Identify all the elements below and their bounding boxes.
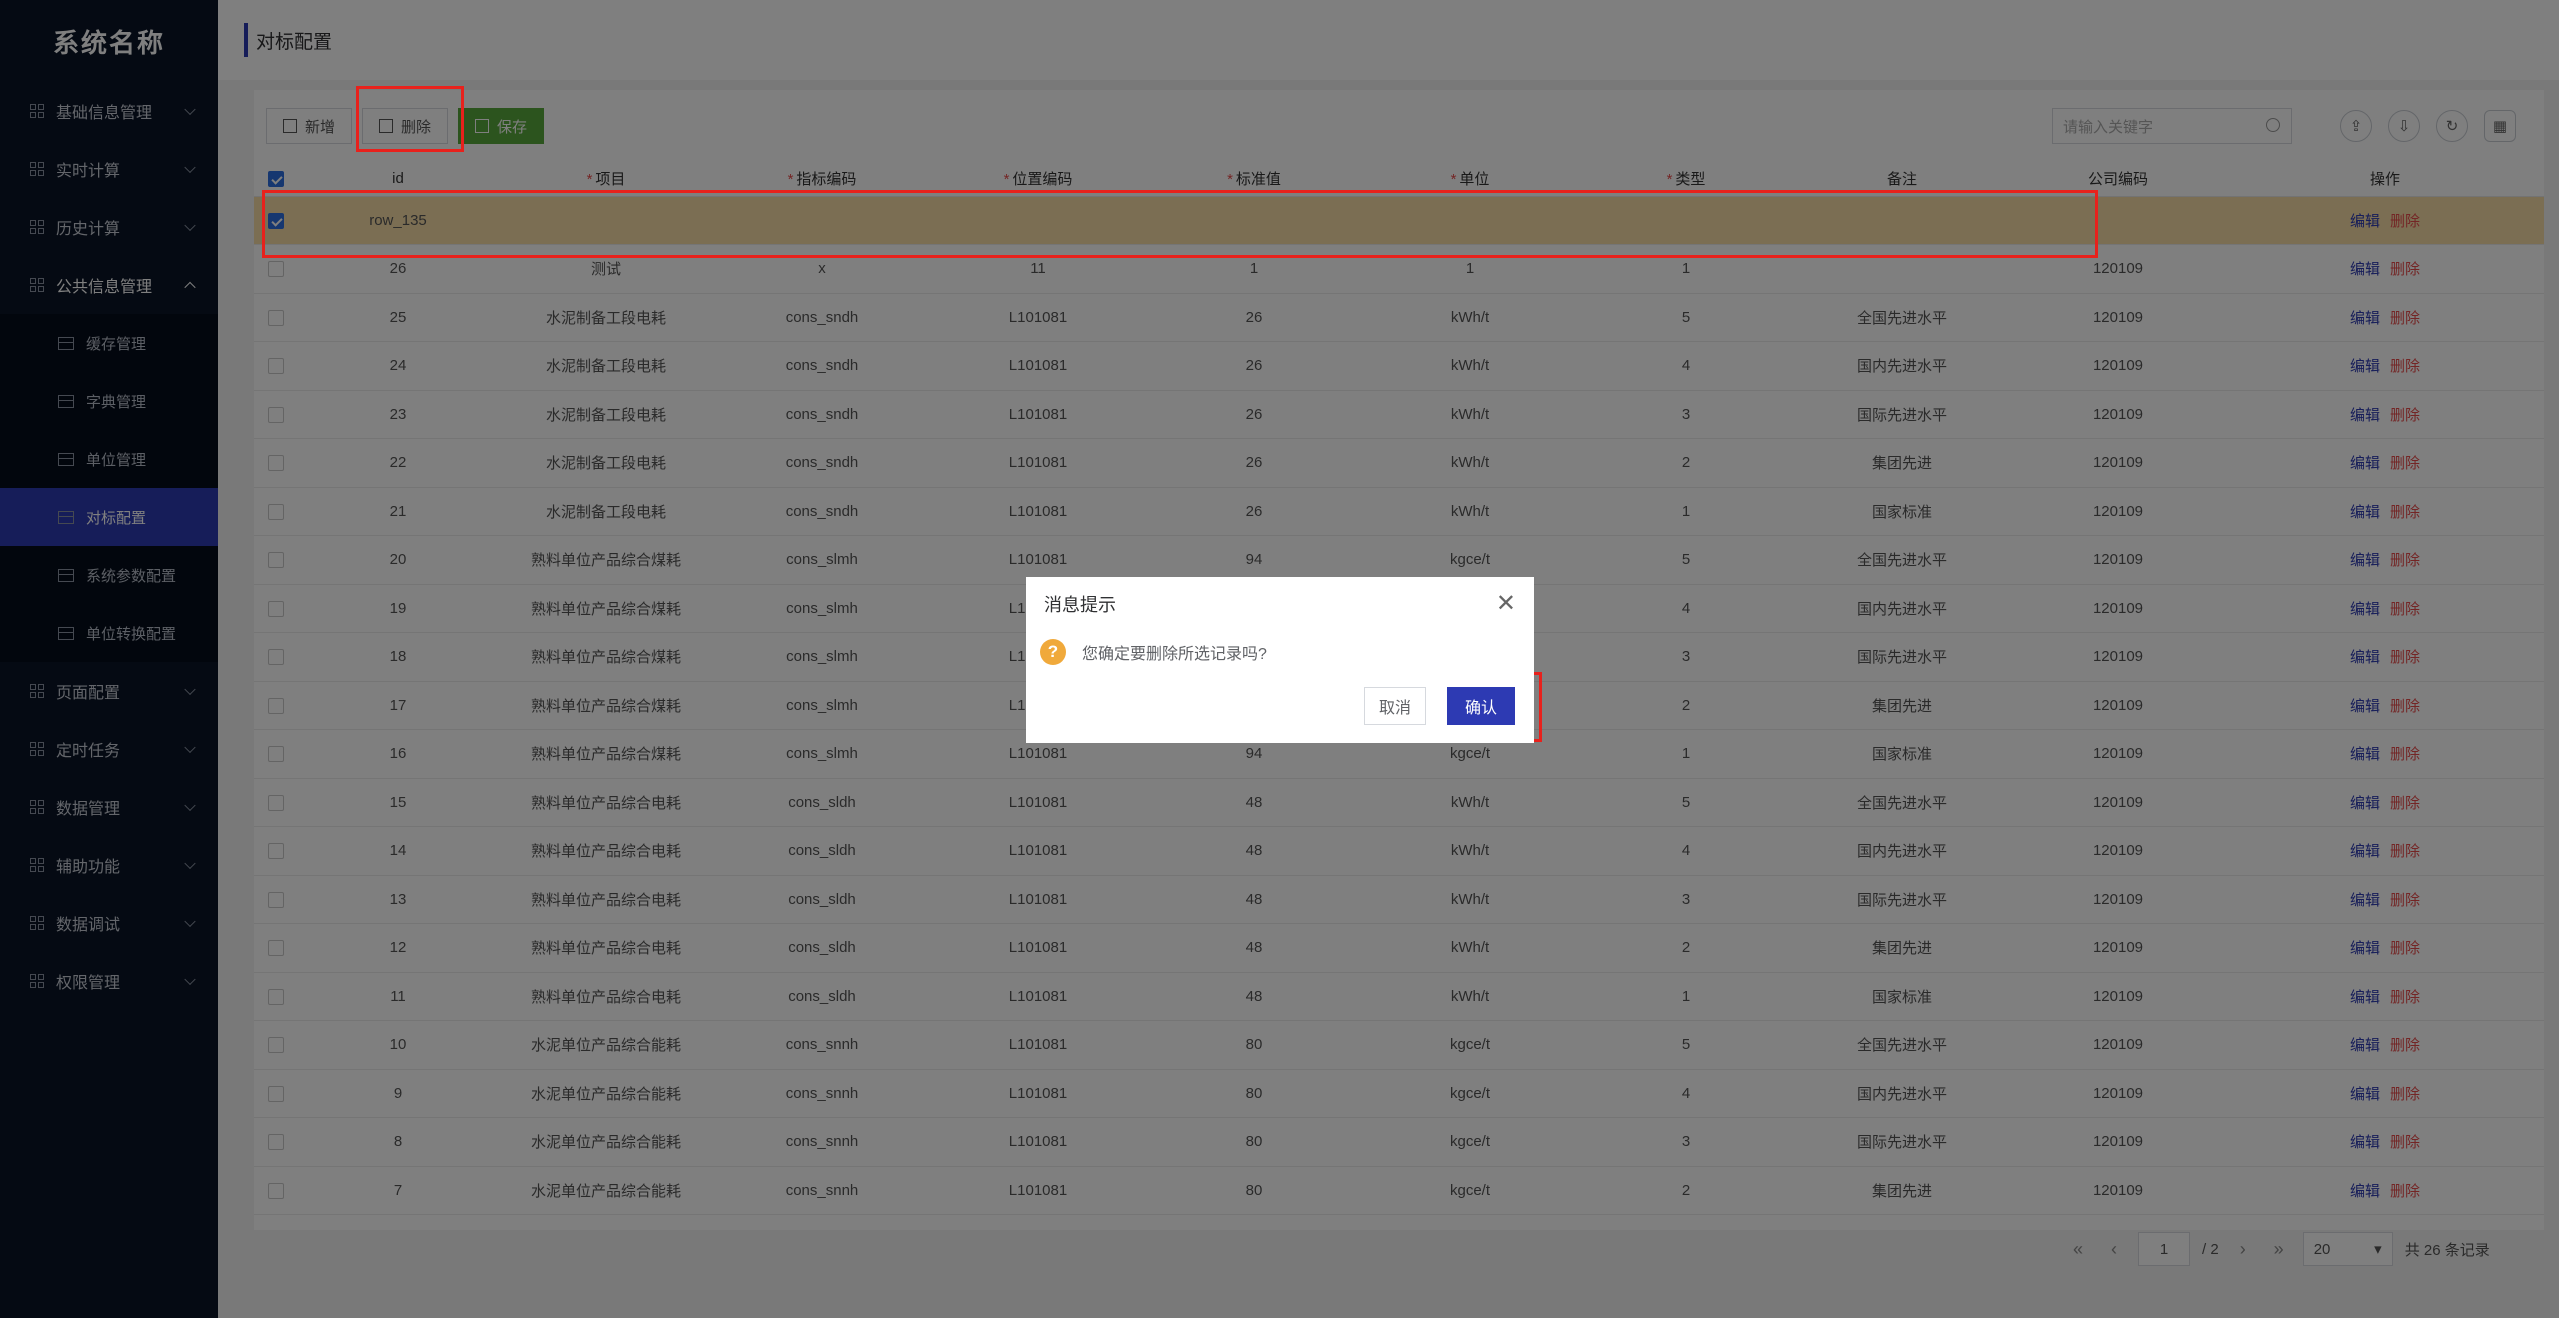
dialog-body: ? 您确定要删除所选记录吗? xyxy=(1040,639,1267,665)
dialog-message: 您确定要删除所选记录吗? xyxy=(1082,646,1267,663)
dialog-title: 消息提示 xyxy=(1044,595,1116,615)
close-icon[interactable]: ✕ xyxy=(1496,589,1516,618)
confirm-dialog: 消息提示 ✕ ? 您确定要删除所选记录吗? 取消 确认 xyxy=(1026,577,1534,743)
confirm-button[interactable]: 确认 xyxy=(1447,687,1516,725)
cancel-button[interactable]: 取消 xyxy=(1364,687,1427,725)
question-icon: ? xyxy=(1040,639,1066,665)
